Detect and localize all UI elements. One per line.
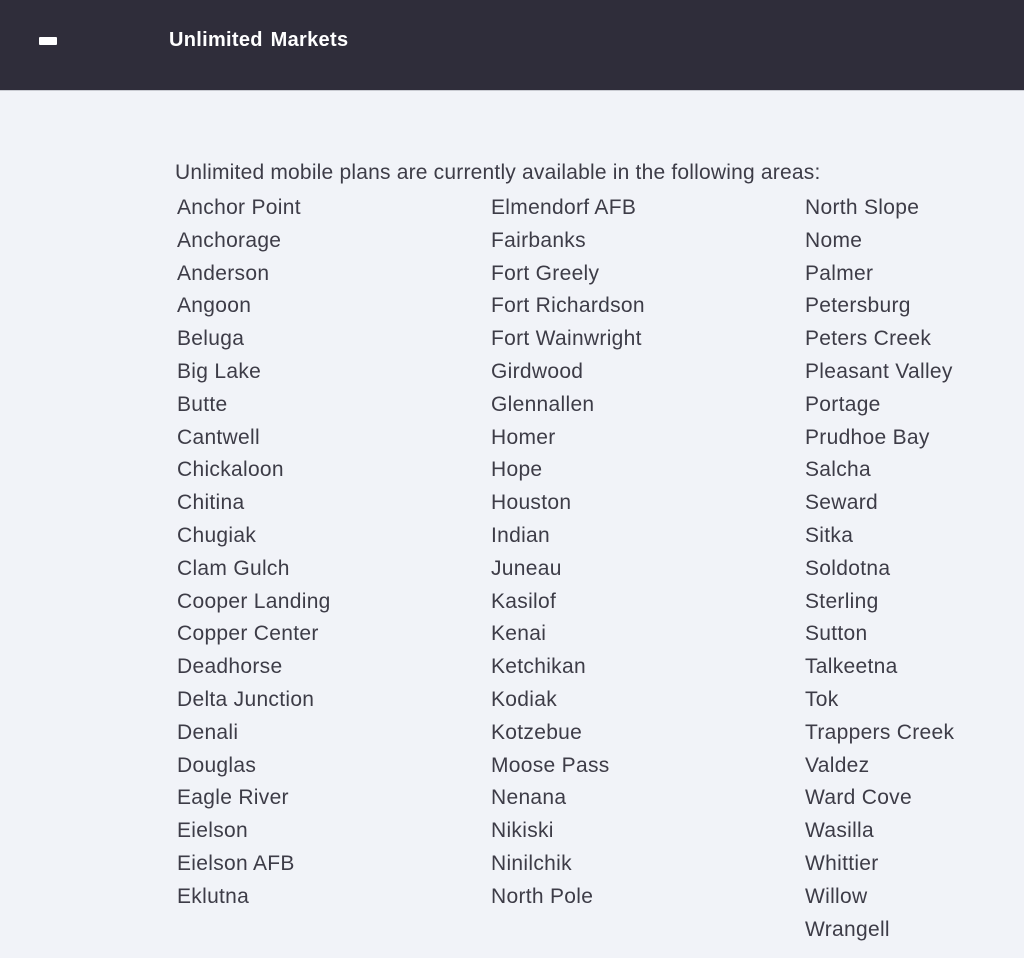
market-list-item: Copper Center bbox=[177, 622, 319, 646]
market-list-item: Wasilla bbox=[805, 819, 874, 843]
market-list-item: Nome bbox=[805, 228, 863, 252]
market-list-column-3: North Slope Nome Palmer Petersburg Peters Cr… bbox=[805, 192, 954, 946]
market-list-item: Butte bbox=[177, 392, 228, 416]
market-list-item: Hope bbox=[491, 458, 543, 482]
market-list-item: Eklutna bbox=[177, 884, 250, 908]
market-list-item: Kodiak bbox=[491, 687, 558, 711]
market-list-item: Chitina bbox=[177, 491, 245, 515]
market-list-item: Douglas bbox=[177, 753, 257, 777]
market-list-item: Girdwood bbox=[491, 359, 584, 383]
market-list-item: Big Lake bbox=[177, 359, 262, 383]
market-list-item: Nikiski bbox=[491, 819, 554, 843]
accordion-title: Unlimited Markets bbox=[169, 29, 349, 51]
market-list-item: Kenai bbox=[491, 622, 547, 646]
market-list-item: Peters Creek bbox=[805, 327, 932, 351]
market-list-item: Soldotna bbox=[805, 556, 891, 580]
market-list-item: Salcha bbox=[805, 458, 872, 482]
market-list-item: Seward bbox=[805, 491, 879, 515]
market-list-item: Portage bbox=[805, 392, 881, 416]
market-list-item: Prudhoe Bay bbox=[805, 425, 930, 449]
market-list-item: Eielson AFB bbox=[177, 851, 295, 875]
market-list-column-1: Anchor Point Anchorage Anderson Angoon Belug… bbox=[177, 192, 331, 914]
market-list-item: Houston bbox=[491, 491, 572, 515]
market-list-item: Anchor Point bbox=[177, 196, 301, 219]
market-list-item: Pleasant Valley bbox=[805, 359, 953, 383]
accordion-header-unlimited-markets[interactable]: Unlimited Markets bbox=[0, 0, 1024, 91]
market-list-item: Delta Junction bbox=[177, 687, 315, 711]
market-list-item: Indian bbox=[491, 523, 551, 547]
market-list-item: Tok bbox=[805, 687, 839, 711]
market-list-item: Moose Pass bbox=[491, 753, 610, 777]
market-list-item: Angoon bbox=[177, 294, 252, 318]
market-list-item: Sutton bbox=[805, 622, 868, 646]
market-list-item: Kasilof bbox=[491, 589, 557, 613]
market-list-item: Anchorage bbox=[177, 228, 282, 252]
market-list-item: Ketchikan bbox=[491, 655, 586, 679]
market-list-item: Chickaloon bbox=[177, 458, 284, 482]
market-list-item: North Slope bbox=[805, 196, 920, 219]
market-list-item: Nenana bbox=[491, 786, 567, 810]
market-list-item: Ninilchik bbox=[491, 851, 572, 875]
intro-text: Unlimited mobile plans are currently ava… bbox=[175, 161, 821, 184]
market-list-item: Whittier bbox=[805, 851, 879, 875]
market-list-item: Juneau bbox=[491, 556, 562, 580]
market-list-item: Denali bbox=[177, 720, 239, 744]
market-list-item: Sterling bbox=[805, 589, 879, 613]
market-list-item: Beluga bbox=[177, 327, 245, 351]
market-list-item: Cantwell bbox=[177, 425, 260, 449]
accordion-content: Unlimited mobile plans are currently ava… bbox=[0, 91, 1024, 958]
market-list-item: Homer bbox=[491, 425, 556, 449]
market-list-item: Deadhorse bbox=[177, 655, 283, 679]
market-list-item: North Pole bbox=[491, 884, 594, 908]
market-list-item: Ward Cove bbox=[805, 786, 912, 810]
market-list-item: Wrangell bbox=[805, 917, 890, 941]
market-list-item: Fort Greely bbox=[491, 261, 600, 285]
market-list-item: Fort Richardson bbox=[491, 294, 645, 318]
market-list-item: Eielson bbox=[177, 819, 248, 843]
market-list-item: Chugiak bbox=[177, 523, 257, 547]
market-list-item: Trappers Creek bbox=[805, 720, 955, 744]
market-list-item: Cooper Landing bbox=[177, 589, 331, 613]
market-list-item: Sitka bbox=[805, 523, 854, 547]
minus-icon[interactable] bbox=[39, 37, 57, 45]
market-list-column-2: Elmendorf AFB Fairbanks Fort Greely Fort Ri… bbox=[491, 192, 645, 914]
market-list-item: Elmendorf AFB bbox=[491, 196, 637, 219]
market-list-item: Willow bbox=[805, 884, 868, 908]
market-list-item: Petersburg bbox=[805, 294, 911, 318]
market-list-item: Talkeetna bbox=[805, 655, 898, 679]
market-list-item: Glennallen bbox=[491, 392, 595, 416]
market-list-item: Eagle River bbox=[177, 786, 289, 810]
market-list-item: Kotzebue bbox=[491, 720, 583, 744]
market-list-item: Fairbanks bbox=[491, 228, 586, 252]
market-list-item: Clam Gulch bbox=[177, 556, 290, 580]
market-list-item: Fort Wainwright bbox=[491, 327, 642, 351]
market-list-item: Anderson bbox=[177, 261, 270, 285]
market-list-item: Valdez bbox=[805, 753, 870, 777]
market-list-item: Palmer bbox=[805, 261, 874, 285]
